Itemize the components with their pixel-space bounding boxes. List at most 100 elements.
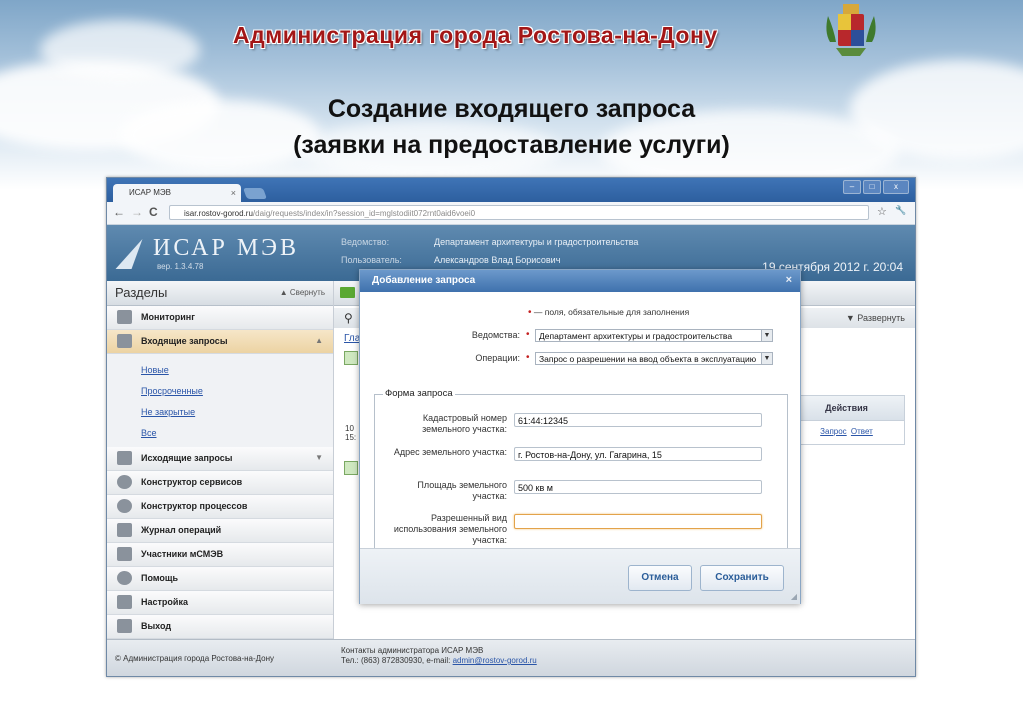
sidebar-item-processes[interactable]: Конструктор процессов (107, 495, 333, 519)
sidebar: Разделы ▲ Свернуть Мониторинг Входящие з… (107, 281, 334, 639)
cancel-button[interactable]: Отмена (628, 565, 692, 591)
sidebar-item-label: Настройка (141, 597, 188, 607)
inbox-icon (117, 334, 132, 348)
action-answer-link[interactable]: Ответ (851, 427, 873, 436)
sidebar-item-settings[interactable]: Настройка (107, 591, 333, 615)
footer-email-link[interactable]: admin@rostov-gorod.ru (453, 656, 537, 665)
export-icon[interactable] (344, 461, 358, 475)
url-host: isar.rostov-gorod.ru (184, 209, 253, 218)
browser-window: ИСАР МЭВ × – □ x ← → C isar.rostov-gorod… (106, 177, 916, 677)
address-bar[interactable]: isar.rostov-gorod.ru/daig/requests/index… (169, 205, 869, 220)
breadcrumb[interactable]: Гла (344, 333, 360, 344)
chevron-down-icon[interactable]: ▼ (315, 453, 323, 462)
ops-select-label: Операции: (475, 353, 520, 363)
footer-contacts: Контакты администратора ИСАР МЭВ Тел.: (… (341, 646, 537, 666)
sidebar-item-label: Участники мСМЭВ (141, 549, 224, 559)
footer-copyright: © Администрация города Ростова-на-Дону (115, 654, 275, 663)
gear-icon (117, 475, 132, 489)
sidebar-item-participants[interactable]: Участники мСМЭВ (107, 543, 333, 567)
sidebar-subitem-overdue[interactable]: Просроченные (141, 386, 203, 396)
sidebar-item-services[interactable]: Конструктор сервисов (107, 471, 333, 495)
expand-button[interactable]: ▼ Развернуть (846, 313, 905, 323)
add-request-dialog: Добавление запроса × • — поля, обязатель… (359, 269, 801, 604)
app-footer: © Администрация города Ростова-на-Дону К… (107, 639, 915, 676)
chevron-up-icon[interactable]: ▲ (315, 336, 323, 345)
sidebar-item-label: Исходящие запросы (141, 453, 233, 463)
cadastral-label: Кадастровый номер земельного участка: (422, 413, 507, 434)
reload-icon[interactable]: C (149, 205, 158, 219)
sidebar-collapse-button[interactable]: ▲ Свернуть (280, 288, 325, 297)
row-date: 10 (345, 424, 354, 433)
users-icon (117, 547, 132, 561)
chevron-down-icon[interactable]: ▼ (761, 330, 772, 341)
sidebar-item-journal[interactable]: Журнал операций (107, 519, 333, 543)
action-request-link[interactable]: Запрос (820, 427, 847, 436)
slide-title-line2: (заявки на предоставление услуги) (293, 131, 730, 159)
sidebar-item-exit[interactable]: Выход (107, 615, 333, 639)
dialog-body: • — поля, обязательные для заполнения Ве… (360, 292, 800, 566)
usage-label: Разрешенный вид использования земельного… (393, 513, 507, 545)
forward-icon[interactable]: → (131, 205, 143, 219)
journal-icon (117, 523, 132, 537)
actions-column: Действия Запрос Ответ (788, 395, 905, 445)
chevron-down-icon[interactable]: ▼ (761, 353, 772, 364)
new-tab-button[interactable] (242, 188, 268, 199)
dept-label: Ведомство: (341, 237, 390, 247)
dept-select-value: Департамент архитектуры и градостроитель… (539, 331, 733, 341)
sidebar-item-label: Конструктор процессов (141, 501, 248, 511)
resize-grip-icon[interactable]: ◢ (791, 592, 797, 601)
user-value: Александров Влад Борисович (434, 255, 561, 265)
slide-org-title: Администрация города Ростова-на-Дону (233, 22, 718, 48)
dept-select[interactable]: Департамент архитектуры и градостроитель… (535, 329, 773, 342)
bookmark-star-icon[interactable]: ☆ (877, 205, 887, 218)
maximize-icon[interactable]: □ (863, 180, 881, 194)
dept-select-label: Ведомства: (471, 330, 520, 340)
dialog-footer: Отмена Сохранить ◢ (360, 548, 800, 604)
add-icon[interactable] (344, 351, 358, 365)
process-icon (117, 499, 132, 513)
browser-tab[interactable]: ИСАР МЭВ × (113, 184, 241, 202)
sidebar-item-incoming[interactable]: Входящие запросы ▲ (107, 330, 333, 354)
required-note: • — поля, обязательные для заполнения (528, 307, 690, 318)
window-controls: – □ x (843, 180, 909, 194)
required-marker: • (526, 329, 530, 340)
save-button[interactable]: Сохранить (700, 565, 784, 591)
dialog-title: Добавление запроса (372, 275, 476, 286)
dialog-close-icon[interactable]: × (786, 274, 792, 286)
search-icon[interactable]: ⚲ (344, 311, 353, 325)
sidebar-subitem-all[interactable]: Все (141, 428, 157, 438)
back-icon[interactable]: ← (113, 205, 125, 219)
sidebar-header: Разделы ▲ Свернуть (107, 281, 333, 306)
tab-close-icon[interactable]: × (231, 184, 236, 202)
browser-toolbar: ← → C isar.rostov-gorod.ru/daig/requests… (107, 202, 915, 225)
footer-phone: Тел.: (863) 872830930, e-mail: (341, 656, 451, 665)
window-close-icon[interactable]: x (883, 180, 909, 194)
browser-tab-title: ИСАР МЭВ (129, 188, 171, 197)
sidebar-item-help[interactable]: Помощь (107, 567, 333, 591)
app-version: вер. 1.3.4.78 (157, 262, 204, 271)
app-logo: ИСАР МЭВ (153, 235, 300, 261)
sidebar-subitem-new[interactable]: Новые (141, 365, 169, 375)
sidebar-item-label: Помощь (141, 573, 179, 583)
cadastral-input[interactable]: 61:44:12345 (514, 413, 762, 427)
address-label: Адрес земельного участка: (393, 447, 507, 457)
area-input[interactable]: 500 кв м (514, 480, 762, 494)
sidebar-item-monitoring[interactable]: Мониторинг (107, 306, 333, 330)
slide-title-line1: Создание входящего запроса (327, 95, 696, 123)
minimize-icon[interactable]: – (843, 180, 861, 194)
sidebar-item-outgoing[interactable]: Исходящие запросы ▼ (107, 447, 333, 471)
monitor-icon (117, 310, 132, 324)
address-input[interactable]: г. Ростов-на-Дону, ул. Гагарина, 15 (514, 447, 762, 461)
required-marker: • (526, 352, 530, 363)
wrench-icon[interactable]: 🔧 (895, 205, 906, 216)
user-label: Пользователь: (341, 255, 402, 265)
outbox-icon (117, 451, 132, 465)
sidebar-item-label: Выход (141, 621, 172, 631)
dialog-header: Добавление запроса × (360, 270, 800, 292)
sidebar-item-label: Мониторинг (141, 312, 195, 322)
table-row: Запрос Ответ (789, 421, 904, 443)
sidebar-subitem-open[interactable]: Не закрытые (141, 407, 195, 417)
ops-select[interactable]: Запрос о разрешении на ввод объекта в эк… (535, 352, 773, 365)
usage-input[interactable] (514, 514, 762, 529)
row-time: 15: (345, 433, 357, 442)
